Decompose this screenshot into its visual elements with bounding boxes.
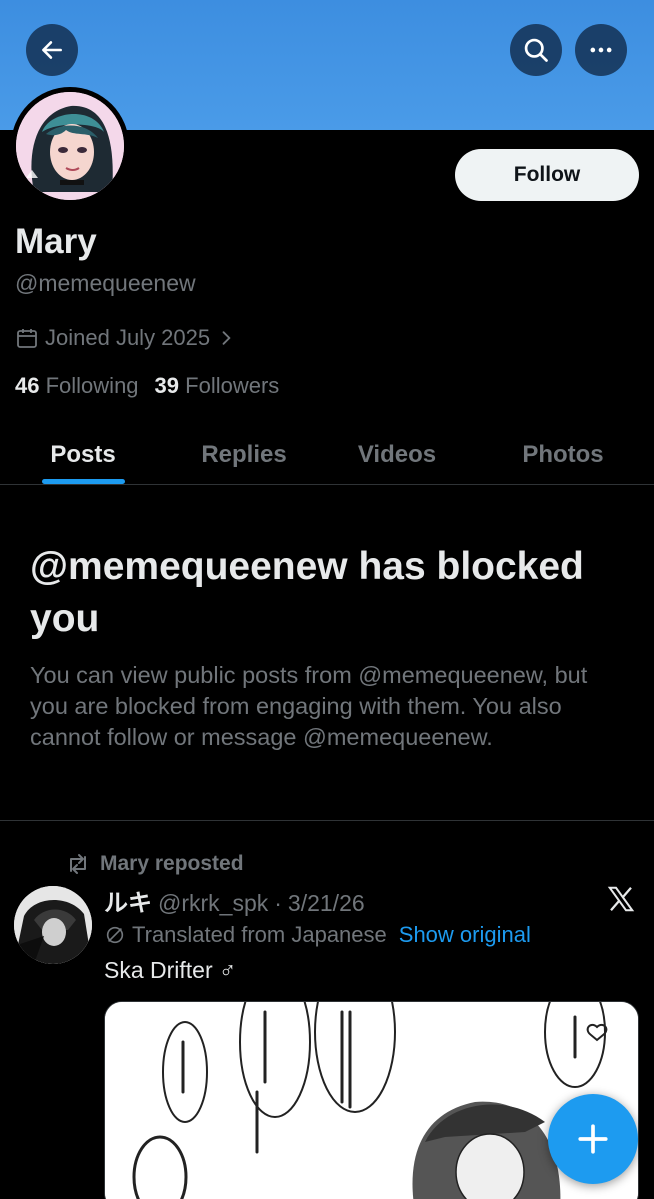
plus-icon — [578, 1124, 608, 1154]
translate-icon — [106, 926, 124, 944]
post-header: ルキ @rkrk_spk · 3/21/26 — [104, 883, 365, 918]
tab-photos[interactable]: Photos — [500, 425, 626, 485]
follow-stats: 46 Following 39 Followers — [15, 373, 279, 399]
x-logo-icon — [607, 886, 635, 912]
profile-page: Follow Mary @memequeenew Joined July 202… — [0, 0, 654, 1199]
compose-button[interactable] — [548, 1094, 638, 1184]
followers-count: 39 — [154, 373, 180, 398]
more-button[interactable] — [575, 24, 627, 76]
followers-link[interactable]: 39 Followers — [155, 373, 280, 399]
back-button[interactable] — [26, 24, 78, 76]
joined-date[interactable]: Joined July 2025 — [15, 325, 236, 351]
tab-replies[interactable]: Replies — [184, 425, 304, 485]
repost-text: Mary reposted — [100, 852, 244, 875]
calendar-icon — [17, 329, 37, 348]
blocked-description: You can view public posts from @memequee… — [30, 662, 588, 750]
divider — [0, 820, 654, 821]
repost-icon — [70, 854, 86, 874]
post-separator: · — [274, 890, 282, 916]
followers-label: Followers — [185, 373, 280, 398]
translation-note: Translated from Japanese Show original — [104, 922, 531, 948]
profile-tabs: Posts Replies Videos Photos — [0, 425, 654, 485]
translated-label: Translated from Japanese — [132, 922, 387, 947]
post-author-name[interactable]: ルキ — [104, 883, 152, 918]
display-name: Mary — [15, 222, 97, 261]
tab-posts[interactable]: Posts — [30, 425, 136, 485]
arrow-left-icon — [42, 41, 62, 59]
repost-label: Mary reposted — [66, 852, 244, 876]
follow-button[interactable]: Follow — [455, 149, 639, 201]
post-date[interactable]: 3/21/26 — [288, 890, 365, 917]
profile-handle: @memequeenew — [15, 270, 196, 296]
post-author-handle[interactable]: @rkrk_spk — [158, 890, 268, 917]
avatar-image — [16, 92, 124, 200]
more-horizontal-icon — [590, 47, 612, 53]
following-count: 46 — [15, 373, 40, 398]
search-button[interactable] — [510, 24, 562, 76]
show-original-link[interactable]: Show original — [399, 922, 531, 948]
blocked-title: @memequeenew has blocked you — [30, 545, 584, 640]
profile-avatar[interactable] — [11, 87, 129, 205]
tab-videos[interactable]: Videos — [338, 425, 456, 485]
chevron-right-icon — [222, 331, 231, 345]
active-tab-indicator — [42, 479, 125, 484]
search-icon — [524, 38, 548, 62]
joined-label: Joined July 2025 — [45, 325, 211, 350]
following-link[interactable]: 46 Following — [15, 373, 139, 399]
post-text: Ska Drifter ♂ — [104, 957, 237, 983]
post-author-avatar[interactable] — [14, 886, 92, 964]
following-label: Following — [45, 373, 139, 398]
